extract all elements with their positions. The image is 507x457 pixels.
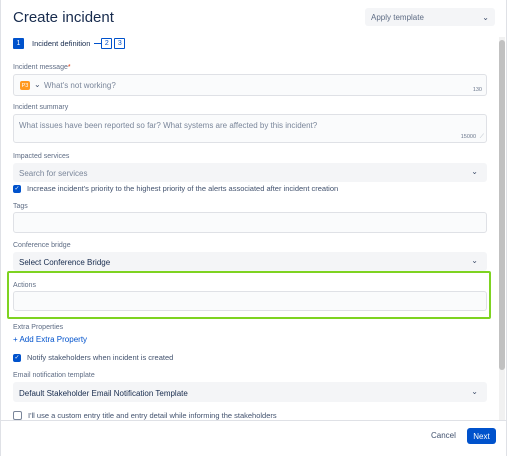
- notify-stakeholders-label: Notify stakeholders when incident is cre…: [27, 353, 174, 362]
- impacted-services-label: Impacted services: [13, 153, 70, 160]
- dialog-title: Create incident: [13, 9, 114, 26]
- increase-priority-checkbox[interactable]: ✓: [13, 184, 21, 193]
- conference-bridge-select[interactable]: Select Conference Bridge ⌄: [13, 252, 487, 271]
- create-incident-dialog: Create incident Apply template ⌄ 1 Incid…: [0, 0, 507, 457]
- impacted-services-select[interactable]: Search for services ⌄: [13, 163, 487, 182]
- summary-char-counter: 15000: [460, 134, 476, 140]
- step-1[interactable]: 1: [13, 38, 24, 49]
- incident-message-placeholder: What's not working?: [44, 81, 116, 90]
- message-char-counter: 130: [472, 87, 482, 93]
- next-button[interactable]: Next: [467, 428, 496, 444]
- conference-bridge-value: Select Conference Bridge: [19, 258, 111, 267]
- template-select-value: Apply template: [371, 12, 424, 22]
- custom-entry-checkbox[interactable]: [13, 411, 22, 420]
- step-indicator: 1 Incident definition 2 3: [13, 38, 126, 49]
- email-template-value: Default Stakeholder Email Notification T…: [19, 389, 188, 398]
- incident-summary-label: Incident summary: [13, 104, 69, 111]
- custom-entry-row[interactable]: I'll use a custom entry title and entry …: [13, 411, 277, 420]
- chevron-down-icon[interactable]: ⌄: [34, 80, 41, 89]
- increase-priority-row[interactable]: ✓ Increase incident's priority to the hi…: [13, 184, 338, 193]
- conference-bridge-label: Conference bridge: [13, 242, 71, 249]
- extra-properties-label: Extra Properties: [13, 324, 64, 331]
- tags-input[interactable]: [13, 212, 487, 233]
- incident-summary-textarea[interactable]: What issues have been reported so far? W…: [13, 114, 487, 143]
- cancel-button[interactable]: Cancel: [431, 431, 456, 440]
- services-placeholder: Search for services: [19, 169, 88, 178]
- step-2[interactable]: 2: [101, 38, 113, 49]
- step-3[interactable]: 3: [114, 38, 126, 49]
- notify-stakeholders-row[interactable]: ✓ Notify stakeholders when incident is c…: [13, 353, 173, 362]
- email-template-label: Email notification template: [13, 372, 95, 379]
- chevron-down-icon: ⌄: [471, 256, 478, 265]
- notify-stakeholders-checkbox[interactable]: ✓: [13, 353, 21, 362]
- step-1-label: Incident definition: [32, 39, 91, 48]
- actions-input[interactable]: [13, 291, 487, 311]
- resize-handle-icon[interactable]: ⟋: [480, 134, 484, 141]
- incident-summary-placeholder: What issues have been reported so far? W…: [19, 121, 318, 130]
- priority-badge[interactable]: P3: [20, 81, 30, 90]
- scrollbar-thumb[interactable]: [499, 40, 505, 370]
- email-template-select[interactable]: Default Stakeholder Email Notification T…: [13, 382, 487, 402]
- step-connector: [94, 43, 102, 44]
- add-extra-property-link[interactable]: + Add Extra Property: [13, 335, 87, 344]
- chevron-down-icon: ⌄: [482, 12, 489, 22]
- incident-message-label: Incident message*: [13, 64, 71, 71]
- apply-template-select[interactable]: Apply template ⌄: [365, 8, 495, 26]
- actions-label: Actions: [13, 282, 36, 289]
- tags-label: Tags: [13, 203, 28, 210]
- increase-priority-label: Increase incident's priority to the high…: [27, 184, 339, 193]
- chevron-down-icon: ⌄: [471, 387, 478, 396]
- custom-entry-label: I'll use a custom entry title and entry …: [28, 411, 277, 420]
- incident-message-field[interactable]: P3 ⌄ What's not working? 130: [13, 74, 487, 96]
- chevron-down-icon: ⌄: [471, 167, 478, 176]
